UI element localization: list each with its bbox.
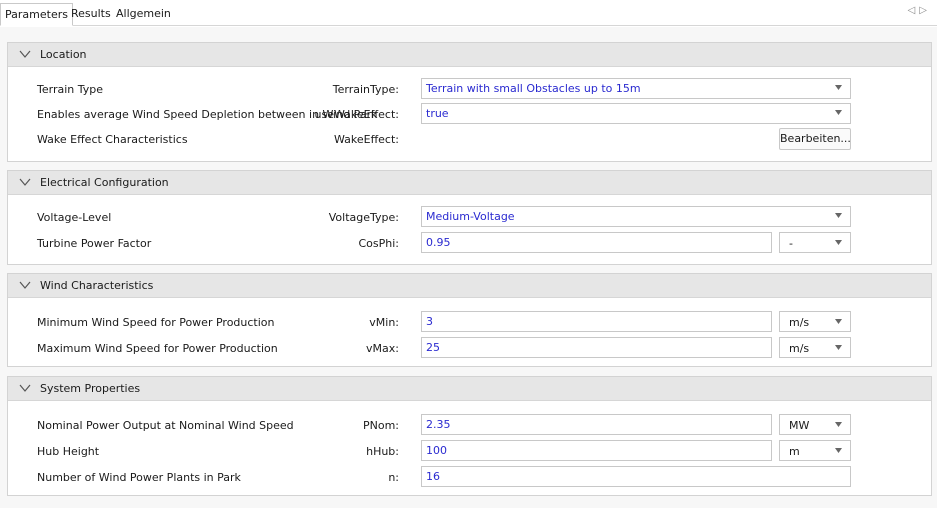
group-title: System Properties	[40, 382, 141, 395]
group-title: Wind Characteristics	[40, 279, 154, 292]
hhub-unit-select[interactable]: m	[779, 440, 851, 461]
group-system-header[interactable]: System Properties	[8, 377, 931, 401]
chevron-down-icon[interactable]	[19, 177, 31, 187]
hhub-label: Hub Height	[37, 445, 100, 458]
hhub-input[interactable]: 100	[421, 440, 772, 461]
cosphi-value: 0.95	[426, 236, 451, 249]
edit-wake-effect-button[interactable]: Bearbeiten...	[779, 128, 851, 150]
cosphi-unit-value: -	[789, 237, 793, 250]
tab-navigation: ◁▷	[908, 5, 931, 16]
vmin-label: Minimum Wind Speed for Power Production	[37, 316, 275, 329]
hhub-value: 100	[426, 444, 447, 457]
vmax-unit-select[interactable]: m/s	[779, 337, 851, 358]
dropdown-caret-icon	[835, 85, 842, 90]
wake-key: useWakeEffect:	[314, 108, 400, 121]
dropdown-caret-icon	[835, 422, 842, 427]
group-title: Location	[40, 48, 87, 61]
voltage-label: Voltage-Level	[37, 211, 112, 224]
wake-char-label: Wake Effect Characteristics	[37, 133, 188, 146]
n-value: 16	[426, 470, 440, 483]
vmin-value: 3	[426, 315, 433, 328]
dropdown-caret-icon	[835, 110, 842, 115]
chevron-down-icon[interactable]	[19, 383, 31, 393]
pnom-key: PNom:	[362, 419, 399, 432]
tab-parameters[interactable]: Parameters	[0, 3, 73, 26]
group-location: Location Terrain Type TerrainType: Terra…	[7, 42, 932, 162]
tab-prev-icon[interactable]: ◁	[908, 5, 920, 16]
vmin-unit-select[interactable]: m/s	[779, 311, 851, 332]
terrain-key: TerrainType:	[332, 83, 399, 96]
voltage-type-select[interactable]: Medium-Voltage	[421, 206, 851, 227]
vmin-input[interactable]: 3	[421, 311, 772, 332]
vmin-unit-value: m/s	[789, 316, 810, 329]
pnom-input[interactable]: 2.35	[421, 414, 772, 435]
cosphi-unit-select[interactable]: -	[779, 232, 851, 253]
pnom-value: 2.35	[426, 418, 451, 431]
pnom-unit-value: MW	[789, 419, 810, 432]
vmax-value: 25	[426, 341, 440, 354]
n-input[interactable]: 16	[421, 466, 851, 487]
n-label: Number of Wind Power Plants in Park	[37, 471, 241, 484]
pnom-unit-select[interactable]: MW	[779, 414, 851, 435]
group-system-properties: System Properties Nominal Power Output a…	[7, 376, 932, 496]
group-electrical-header[interactable]: Electrical Configuration	[8, 171, 931, 195]
hhub-unit-value: m	[789, 445, 800, 458]
pnom-label: Nominal Power Output at Nominal Wind Spe…	[37, 419, 294, 432]
terrain-label: Terrain Type	[37, 83, 103, 96]
terrain-type-value: Terrain with small Obstacles up to 15m	[426, 82, 641, 95]
use-wake-effect-select[interactable]: true	[421, 103, 851, 124]
chevron-down-icon[interactable]	[19, 49, 31, 59]
vmax-unit-value: m/s	[789, 342, 810, 355]
vmin-key: vMin:	[369, 316, 399, 329]
group-electrical-configuration: Electrical Configuration Voltage-Level V…	[7, 170, 932, 265]
cosphi-input[interactable]: 0.95	[421, 232, 772, 253]
parameters-panel: Location Terrain Type TerrainType: Terra…	[0, 27, 937, 508]
voltage-key: VoltageType:	[328, 211, 399, 224]
cosphi-key: CosPhi:	[358, 237, 399, 250]
vmax-label: Maximum Wind Speed for Power Production	[37, 342, 278, 355]
dropdown-caret-icon	[835, 448, 842, 453]
dropdown-caret-icon	[835, 319, 842, 324]
dropdown-caret-icon	[835, 213, 842, 218]
vmax-key: vMax:	[366, 342, 399, 355]
dropdown-caret-icon	[835, 345, 842, 350]
tab-next-icon[interactable]: ▷	[919, 5, 931, 16]
dropdown-caret-icon	[835, 240, 842, 245]
wake-char-key: WakeEffect:	[333, 133, 399, 146]
tab-results[interactable]: Results	[67, 3, 115, 26]
group-wind-header[interactable]: Wind Characteristics	[8, 274, 931, 298]
terrain-type-select[interactable]: Terrain with small Obstacles up to 15m	[421, 78, 851, 99]
group-location-header[interactable]: Location	[8, 43, 931, 67]
group-wind-characteristics: Wind Characteristics Minimum Wind Speed …	[7, 273, 932, 367]
chevron-down-icon[interactable]	[19, 280, 31, 290]
voltage-type-value: Medium-Voltage	[426, 210, 515, 223]
group-title: Electrical Configuration	[40, 176, 169, 189]
n-key: n:	[388, 471, 399, 484]
use-wake-effect-value: true	[426, 107, 449, 120]
tab-allgemein[interactable]: Allgemein	[112, 3, 175, 26]
hhub-key: hHub:	[366, 445, 399, 458]
cosphi-label: Turbine Power Factor	[37, 237, 152, 250]
tab-bar: Parameters Results Allgemein ◁▷	[0, 0, 937, 26]
vmax-input[interactable]: 25	[421, 337, 772, 358]
